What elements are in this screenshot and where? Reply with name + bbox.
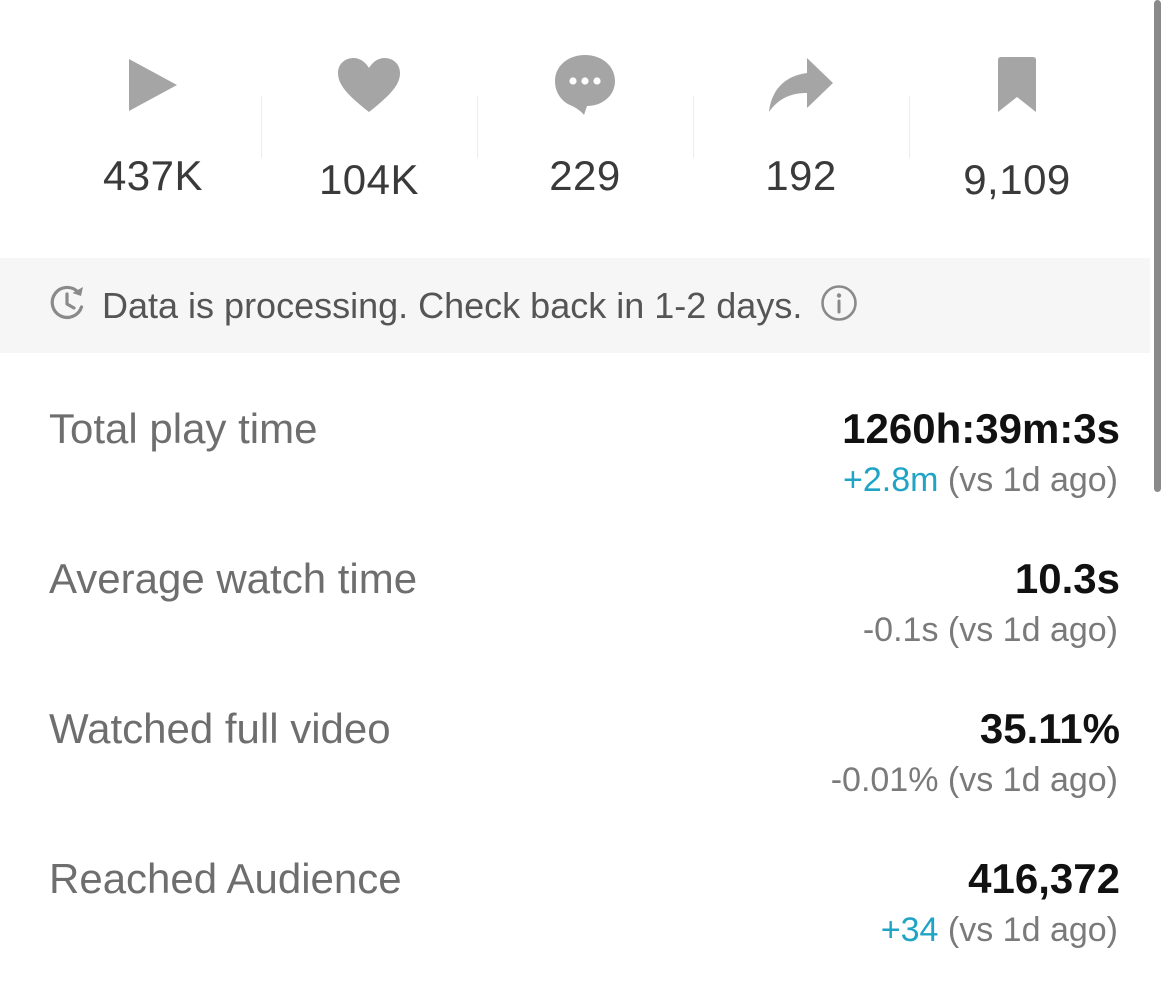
share-icon — [766, 50, 836, 120]
metric-label: Watched full video — [49, 705, 391, 752]
clock-refresh-icon — [48, 283, 88, 328]
likes-count: 104K — [318, 156, 420, 203]
stat-comments: 229 — [477, 0, 693, 258]
metric-value: 1260h:39m:3s — [842, 405, 1120, 452]
metric-value: 35.11% — [979, 705, 1120, 752]
metric-watched-full-video: Watched full video 35.11% -0.01% (vs 1d … — [0, 705, 1150, 855]
delta-compare: (vs 1d ago) — [947, 461, 1118, 499]
processing-message: Data is processing. Check back in 1-2 da… — [102, 284, 803, 326]
metric-delta: -0.1s (vs 1d ago) — [863, 611, 1118, 650]
metric-delta: -0.01% (vs 1d ago) — [831, 761, 1118, 800]
stat-likes: 104K — [261, 0, 477, 258]
saves-count: 9,109 — [963, 156, 1071, 203]
metric-label: Average watch time — [49, 555, 418, 602]
scrollbar-thumb[interactable] — [1154, 0, 1161, 492]
metric-delta: +34 (vs 1d ago) — [881, 911, 1118, 950]
delta-amount: +34 — [880, 911, 939, 949]
metric-label: Reached Audience — [49, 855, 402, 902]
heart-icon — [334, 50, 404, 120]
comments-count: 229 — [549, 152, 621, 199]
metric-value: 416,372 — [968, 855, 1120, 902]
stat-saves: 9,109 — [909, 0, 1125, 258]
views-count: 437K — [102, 152, 204, 199]
stat-views: 437K — [45, 0, 261, 258]
metric-average-watch-time: Average watch time 10.3s -0.1s (vs 1d ag… — [0, 555, 1150, 705]
metric-label: Total play time — [49, 405, 318, 452]
delta-compare: (vs 1d ago) — [947, 611, 1118, 649]
metric-value: 10.3s — [1014, 555, 1120, 602]
delta-amount: +2.8m — [843, 461, 939, 499]
stat-shares: 192 — [693, 0, 909, 258]
metric-reached-audience: Reached Audience 416,372 +34 (vs 1d ago) — [0, 855, 1150, 1005]
comment-icon — [550, 50, 620, 120]
metric-delta: +2.8m (vs 1d ago) — [843, 461, 1118, 500]
info-icon[interactable] — [820, 284, 858, 327]
bookmark-icon — [982, 50, 1052, 120]
delta-amount: -0.1s — [862, 611, 939, 649]
play-icon — [118, 50, 188, 120]
video-stats-row: 437K 104K 229 192 9,109 — [45, 0, 1125, 258]
shares-count: 192 — [765, 152, 837, 199]
processing-banner: Data is processing. Check back in 1-2 da… — [0, 258, 1150, 353]
delta-amount: -0.01% — [830, 761, 939, 799]
metric-total-play-time: Total play time 1260h:39m:3s +2.8m (vs 1… — [0, 405, 1150, 555]
delta-compare: (vs 1d ago) — [947, 911, 1118, 949]
delta-compare: (vs 1d ago) — [947, 761, 1118, 799]
